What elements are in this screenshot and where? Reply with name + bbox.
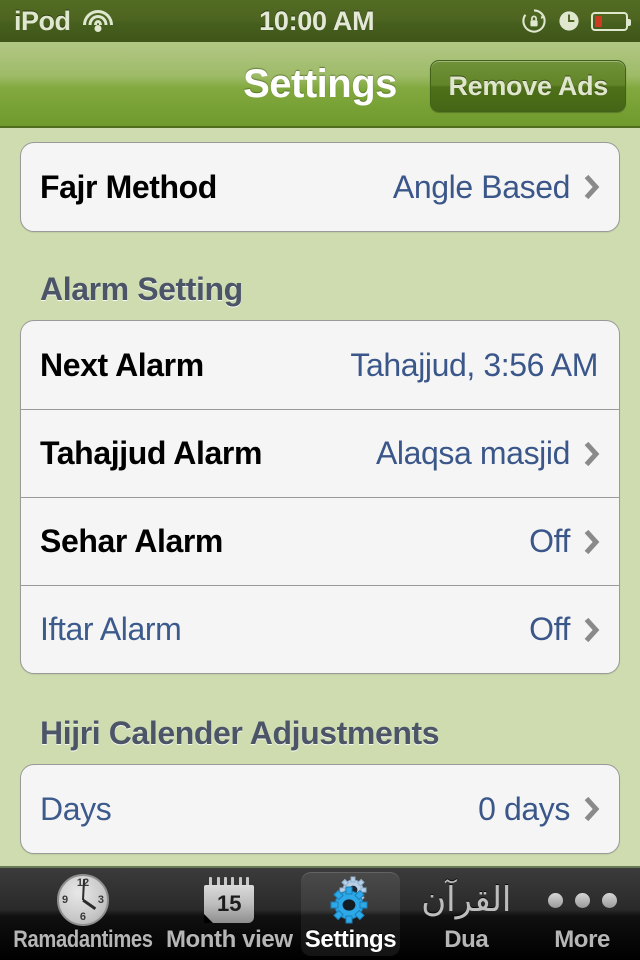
clock-icon: 123 69	[56, 874, 109, 926]
alarm-clock-icon	[559, 11, 579, 31]
wifi-icon	[82, 10, 113, 32]
status-bar-right	[521, 8, 640, 34]
carrier-label: iPod	[14, 5, 71, 36]
calendar-day-number: 15	[217, 891, 242, 916]
status-bar-center: 10:00 AM	[113, 6, 522, 37]
battery-icon	[591, 11, 631, 31]
settings-group-hijri: Days 0 days	[20, 764, 620, 854]
row-value: Tahajjud, 3:56 AM	[350, 346, 598, 383]
more-dots-icon	[547, 874, 617, 926]
status-bar-left: iPod	[0, 6, 113, 37]
row-label: Sehar Alarm	[40, 523, 223, 559]
tab-label: Month view	[165, 926, 293, 953]
tab-bar: 123 69 Ramadantimes 15 Month view	[0, 866, 640, 960]
row-label: Tahajjud Alarm	[40, 435, 262, 471]
tab-label: More	[554, 926, 610, 953]
navigation-bar: Settings Remove Ads	[0, 42, 640, 128]
remove-ads-button[interactable]: Remove Ads	[430, 60, 626, 112]
tab-month-view[interactable]: 15 Month view	[166, 868, 293, 960]
settings-group-alarm: Next Alarm Tahajjud, 3:56 AM Tahajjud Al…	[20, 320, 620, 674]
chevron-right-icon	[584, 616, 600, 644]
chevron-right-icon	[584, 173, 600, 201]
row-value: Off	[529, 611, 570, 647]
tab-settings[interactable]: Settings	[293, 868, 409, 960]
tab-label: Dua	[444, 926, 489, 953]
status-bar: iPod 10:00 AM	[0, 0, 640, 42]
tab-dua[interactable]: القرآن Dua	[408, 868, 524, 960]
tab-more[interactable]: More	[524, 868, 640, 960]
calendar-icon: 15	[204, 874, 255, 926]
quran-icon: القرآن	[421, 874, 511, 926]
row-label: Days	[40, 790, 112, 827]
settings-group-fajr: Fajr Method Angle Based	[20, 142, 620, 232]
chevron-right-icon	[584, 528, 600, 556]
page-title: Settings	[243, 61, 397, 106]
tab-ramadantimes[interactable]: 123 69 Ramadantimes	[0, 868, 166, 960]
chevron-right-icon	[584, 440, 600, 468]
rotation-lock-icon	[522, 9, 546, 33]
row-next-alarm: Next Alarm Tahajjud, 3:56 AM	[21, 321, 619, 409]
row-sehar-alarm[interactable]: Sehar Alarm Off	[21, 497, 619, 585]
row-label: Fajr Method	[40, 168, 217, 205]
gears-icon	[324, 874, 378, 926]
settings-list: Fajr Method Angle Based Alarm Setting Ne…	[0, 130, 640, 866]
row-value: Alaqsa masjid	[375, 435, 570, 471]
row-value: Angle Based	[392, 168, 570, 205]
row-label: Next Alarm	[40, 346, 204, 383]
tab-label: Settings	[304, 926, 397, 953]
row-tahajjud-alarm[interactable]: Tahajjud Alarm Alaqsa masjid	[21, 409, 619, 497]
section-header-hijri-calender-adjustments: Hijri Calender Adjustments	[40, 715, 440, 751]
row-iftar-alarm[interactable]: Iftar Alarm Off	[21, 585, 619, 673]
row-value: Off	[529, 523, 570, 559]
row-label: Iftar Alarm	[40, 611, 182, 647]
row-days[interactable]: Days 0 days	[21, 765, 619, 853]
row-value: 0 days	[478, 790, 570, 827]
row-fajr-method[interactable]: Fajr Method Angle Based	[21, 143, 619, 231]
status-bar-clock: 10:00 AM	[259, 5, 375, 36]
tab-label: Ramadantimes	[13, 926, 153, 953]
section-header-alarm-setting: Alarm Setting	[40, 271, 243, 307]
chevron-right-icon	[584, 795, 600, 823]
quran-icon-text: القرآن	[421, 880, 512, 920]
